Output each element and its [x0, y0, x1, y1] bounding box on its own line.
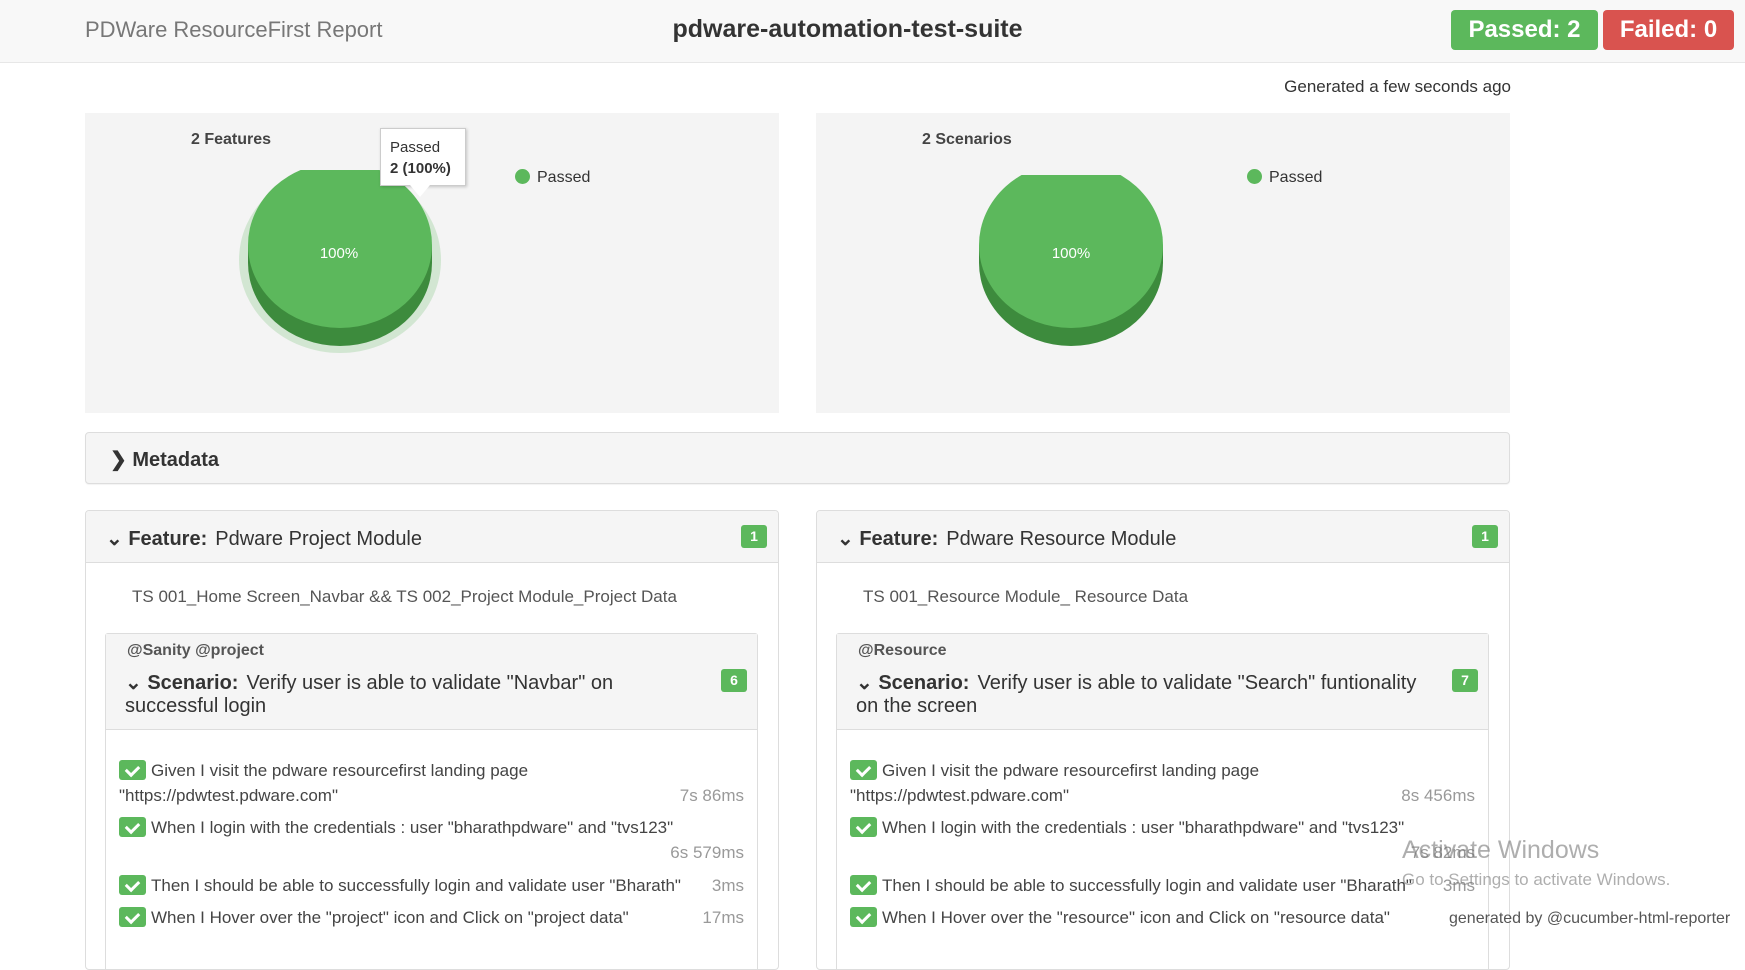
failed-count-badge: Failed: 0	[1603, 10, 1734, 50]
legend-passed-dot	[1247, 169, 1262, 184]
chevron-down-icon: ⌄	[837, 528, 854, 550]
check-icon	[119, 907, 146, 927]
step-row: When I login with the credentials : user…	[119, 815, 744, 862]
feature-scenario-count-badge: 1	[1472, 525, 1498, 548]
feature-description: TS 001_Resource Module_ Resource Data	[863, 587, 1189, 606]
features-chart-panel: 2 Features 100% Passed Passed 2 (100%)	[85, 113, 779, 413]
features-chart-legend[interactable]: Passed	[515, 169, 590, 187]
chevron-down-icon: ⌄	[125, 672, 142, 694]
step-text: Given I visit the pdware resourcefirst l…	[119, 761, 529, 805]
step-row: When I Hover over the "project" icon and…	[119, 905, 744, 930]
chevron-right-icon: ❯	[110, 449, 127, 471]
scenario-title: ⌄ Scenario: Verify user is able to valida…	[856, 672, 1436, 718]
feature-name: Pdware Resource Module	[946, 528, 1177, 550]
feature-description: TS 001_Home Screen_Navbar && TS 002_Proj…	[132, 587, 677, 606]
top-navbar: PDWare ResourceFirst Report pdware-autom…	[0, 0, 1745, 63]
step-row: Then I should be able to successfully lo…	[850, 873, 1475, 898]
scenario-tags: @Resource	[858, 642, 947, 659]
metadata-panel[interactable]: ❯ Metadata	[85, 432, 1510, 484]
features-chart-title: 2 Features	[191, 131, 272, 148]
step-row: Given I visit the pdware resourcefirst l…	[850, 758, 1475, 808]
legend-passed-label: Passed	[537, 169, 591, 186]
footer-credit: generated by @cucumber-html-reporter	[1449, 910, 1731, 927]
feature-scenario-count-badge: 1	[741, 525, 767, 548]
scenario-header[interactable]: @Sanity @project ⌄ Scenario: Verify user …	[106, 634, 757, 730]
step-row: Given I visit the pdware resourcefirst l…	[119, 758, 744, 808]
scenario-keyword: Scenario:	[147, 672, 239, 694]
step-duration: 6s 579ms	[670, 843, 744, 862]
scenarios-chart-title: 2 Scenarios	[922, 131, 1012, 148]
feature-keyword: Feature:	[128, 528, 208, 550]
scenario-panel: @Resource ⌄ Scenario: Verify user is able…	[836, 633, 1489, 969]
features-pie-chart[interactable]	[235, 170, 445, 370]
step-text: When I login with the credentials : user…	[151, 818, 674, 837]
scenario-tags: @Sanity @project	[127, 642, 265, 659]
step-duration: 7s 86ms	[679, 786, 744, 805]
scenarios-chart-legend[interactable]: Passed	[1247, 169, 1322, 187]
check-icon	[850, 907, 877, 927]
passed-count-badge: Passed: 2	[1451, 10, 1598, 50]
step-text: Then I should be able to successfully lo…	[151, 876, 681, 895]
feature-panel-project: ⌄ Feature: Pdware Project Module 1 TS 001…	[85, 510, 779, 970]
step-text: Then I should be able to successfully lo…	[882, 876, 1412, 895]
activate-windows-title: Activate Windows	[1402, 836, 1600, 864]
scenario-panel: @Sanity @project ⌄ Scenario: Verify user …	[105, 633, 758, 969]
step-row: Then I should be able to successfully lo…	[119, 873, 744, 898]
chart-tooltip: Passed 2 (100%)	[380, 128, 466, 186]
step-text: When I login with the credentials : user…	[882, 818, 1405, 837]
step-duration: 17ms	[702, 908, 744, 927]
chevron-down-icon: ⌄	[856, 672, 873, 694]
scenario-header[interactable]: @Resource ⌄ Scenario: Verify user is able…	[837, 634, 1488, 730]
legend-passed-label: Passed	[1269, 169, 1323, 186]
tooltip-value: 2 (100%)	[390, 160, 451, 177]
feature-panel-resource: ⌄ Feature: Pdware Resource Module 1 TS 00…	[816, 510, 1510, 970]
step-duration: 3ms	[711, 876, 744, 895]
check-icon	[119, 760, 146, 780]
feature-header[interactable]: ⌄ Feature: Pdware Resource Module 1	[817, 511, 1509, 563]
check-icon	[850, 875, 877, 895]
feature-name: Pdware Project Module	[215, 528, 423, 550]
step-row: When I Hover over the "resource" icon an…	[850, 905, 1475, 930]
feature-header[interactable]: ⌄ Feature: Pdware Project Module 1	[86, 511, 778, 563]
step-text: When I Hover over the "resource" icon an…	[882, 908, 1390, 927]
check-icon	[850, 760, 877, 780]
scenarios-chart-panel: 2 Scenarios 100% Passed	[816, 113, 1510, 413]
step-duration: 8s 456ms	[1401, 786, 1475, 805]
scenario-keyword: Scenario:	[878, 672, 970, 694]
legend-passed-dot	[515, 169, 530, 184]
metadata-toggle[interactable]: ❯ Metadata	[110, 447, 219, 472]
scenario-step-count-badge: 6	[721, 669, 747, 692]
feature-keyword: Feature:	[859, 528, 939, 550]
suite-name: pdware-automation-test-suite	[672, 15, 1023, 43]
scenarios-pie-label: 100%	[1051, 245, 1091, 262]
step-text: When I Hover over the "project" icon and…	[151, 908, 629, 927]
generated-timestamp: Generated a few seconds ago	[1284, 77, 1511, 96]
step-row: When I login with the credentials : user…	[850, 815, 1475, 862]
chevron-down-icon: ⌄	[106, 528, 123, 550]
feature-title: ⌄ Feature: Pdware Project Module	[106, 526, 422, 551]
tooltip-arrow	[410, 185, 430, 197]
check-icon	[850, 817, 877, 837]
tooltip-label: Passed	[390, 139, 441, 156]
scenarios-pie-chart[interactable]	[976, 175, 1166, 365]
check-icon	[119, 875, 146, 895]
check-icon	[119, 817, 146, 837]
scenario-step-count-badge: 7	[1452, 669, 1478, 692]
metadata-label: Metadata	[132, 449, 220, 471]
step-text: Given I visit the pdware resourcefirst l…	[850, 761, 1260, 805]
feature-title: ⌄ Feature: Pdware Resource Module	[837, 526, 1176, 551]
activate-windows-subtitle: Go to Settings to activate Windows.	[1402, 870, 1671, 889]
scenario-title: ⌄ Scenario: Verify user is able to valida…	[125, 672, 705, 718]
features-pie-label: 100%	[319, 245, 359, 262]
